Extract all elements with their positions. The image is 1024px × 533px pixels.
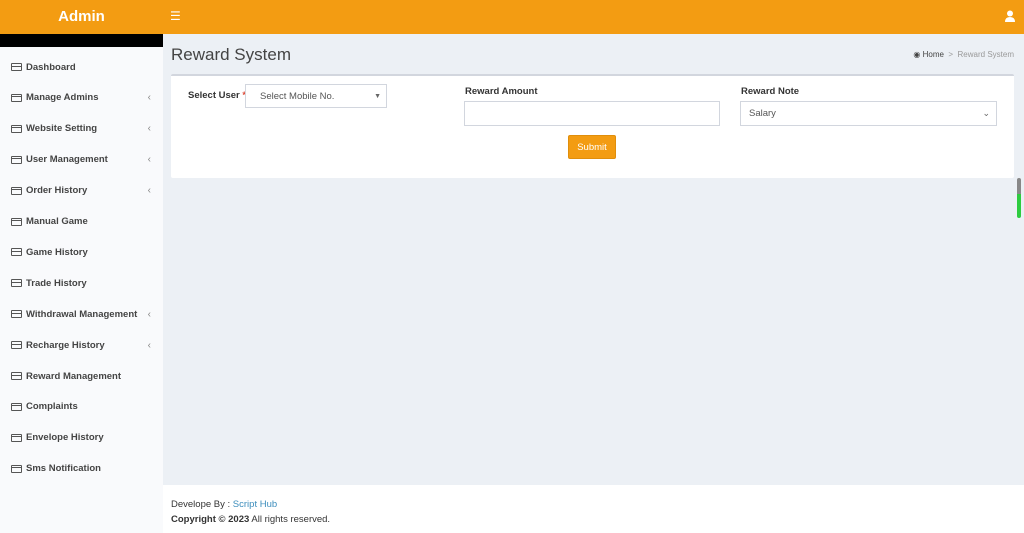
select-user-placeholder: Select Mobile No. [260, 90, 335, 102]
sidebar-item-label: Game History [26, 246, 88, 258]
breadcrumb-current: Reward System [957, 50, 1014, 59]
table-icon [11, 372, 22, 380]
reward-note-select[interactable]: Salary ⌄ [740, 101, 997, 126]
top-navbar: Admin ☰ [0, 0, 1024, 34]
breadcrumb-home[interactable]: Home [923, 50, 944, 59]
select-user-label: Select User * [188, 90, 246, 101]
chevron-left-icon: ‹ [147, 92, 151, 104]
table-icon [11, 310, 22, 319]
breadcrumb-separator: > [948, 50, 954, 59]
sidebar-item-manual-game[interactable]: Manual Game [0, 212, 163, 232]
table-icon [11, 402, 22, 411]
submit-button[interactable]: Submit [568, 135, 616, 159]
sidebar-item-label: Recharge History [26, 339, 105, 351]
sidebar-item-recharge-history[interactable]: Recharge History ‹ [0, 335, 163, 355]
sidebar-item-complaints[interactable]: Complaints [0, 397, 163, 417]
table-icon [11, 155, 22, 164]
sidebar-item-reward-management[interactable]: Reward Management [0, 366, 163, 386]
table-icon [11, 186, 22, 195]
sidebar-item-website-setting[interactable]: Website Setting ‹ [0, 119, 163, 139]
sidebar-item-sms-notification[interactable]: Sms Notification [0, 459, 163, 479]
sidebar-item-order-history[interactable]: Order History ‹ [0, 181, 163, 201]
sidebar-item-dashboard[interactable]: Dashboard [0, 57, 163, 77]
breadcrumb: ◉ Home > Reward System [913, 50, 1014, 59]
redacted-user-panel [0, 34, 163, 47]
reward-note-label: Reward Note [741, 86, 800, 97]
sidebar-item-label: Reward Management [26, 370, 122, 382]
sidebar-item-envelope-history[interactable]: Envelope History [0, 428, 163, 448]
table-icon [11, 248, 22, 257]
brand-logo[interactable]: Admin [0, 0, 163, 34]
reward-amount-label: Reward Amount [465, 86, 538, 97]
menu-toggle-icon[interactable]: ☰ [170, 9, 181, 23]
sidebar-item-label: Manage Admins [26, 92, 99, 104]
copyright-text: Copyright © 2023 [171, 514, 250, 525]
sidebar-item-label: Manual Game [26, 216, 88, 227]
reward-note-value: Salary [749, 108, 776, 119]
chevron-left-icon: ‹ [147, 339, 151, 351]
developer-link[interactable]: Script Hub [233, 499, 277, 510]
sidebar-item-manage-admins[interactable]: Manage Admins ‹ [0, 88, 163, 108]
chevron-left-icon: ‹ [147, 154, 151, 166]
sidebar-item-label: Envelope History [26, 432, 104, 444]
sidebar-item-label: Dashboard [26, 61, 76, 73]
reward-form-box: Select User * Select Mobile No. ▼ Reward… [171, 74, 1014, 178]
sidebar-item-label: Complaints [26, 401, 78, 413]
table-icon [11, 93, 22, 102]
footer: Develope By : Script Hub Copyright © 202… [163, 485, 1024, 533]
sidebar-item-label: Website Setting [26, 123, 98, 135]
sidebar: Dashboard Manage Admins ‹ Website Setting ‹ U… [0, 34, 163, 533]
sidebar-item-label: Withdrawal Management [26, 308, 138, 320]
sidebar-item-label: Trade History [26, 277, 87, 289]
dashboard-icon: ◉ [913, 50, 921, 59]
page-title: Reward System [171, 45, 291, 64]
chevron-left-icon: ‹ [147, 308, 151, 320]
user-icon[interactable] [1005, 10, 1015, 22]
chevron-down-icon: ⌄ [982, 108, 990, 118]
reward-amount-input[interactable] [464, 101, 720, 126]
sidebar-item-label: Sms Notification [26, 463, 101, 475]
chevron-left-icon: ‹ [147, 123, 151, 135]
table-icon [11, 124, 22, 133]
caret-down-icon: ▼ [374, 92, 381, 100]
sidebar-item-user-management[interactable]: User Management ‹ [0, 150, 163, 170]
sidebar-item-withdrawal-management[interactable]: Withdrawal Management ‹ [0, 304, 163, 324]
select-user-dropdown[interactable]: Select Mobile No. ▼ [245, 84, 387, 108]
developed-by-label: Develope By : [171, 499, 233, 510]
sidebar-item-game-history[interactable]: Game History [0, 242, 163, 262]
sidebar-item-trade-history[interactable]: Trade History [0, 273, 163, 293]
table-icon [11, 341, 22, 350]
table-icon [11, 217, 22, 226]
rights-text: All rights reserved. [249, 514, 331, 525]
sidebar-item-label: Order History [26, 185, 88, 197]
scrollbar[interactable] [1017, 178, 1021, 218]
table-icon [11, 63, 22, 71]
chevron-left-icon: ‹ [147, 185, 151, 197]
table-icon [11, 433, 22, 442]
table-icon [11, 464, 22, 473]
table-icon [11, 279, 22, 288]
sidebar-item-label: User Management [26, 154, 108, 166]
